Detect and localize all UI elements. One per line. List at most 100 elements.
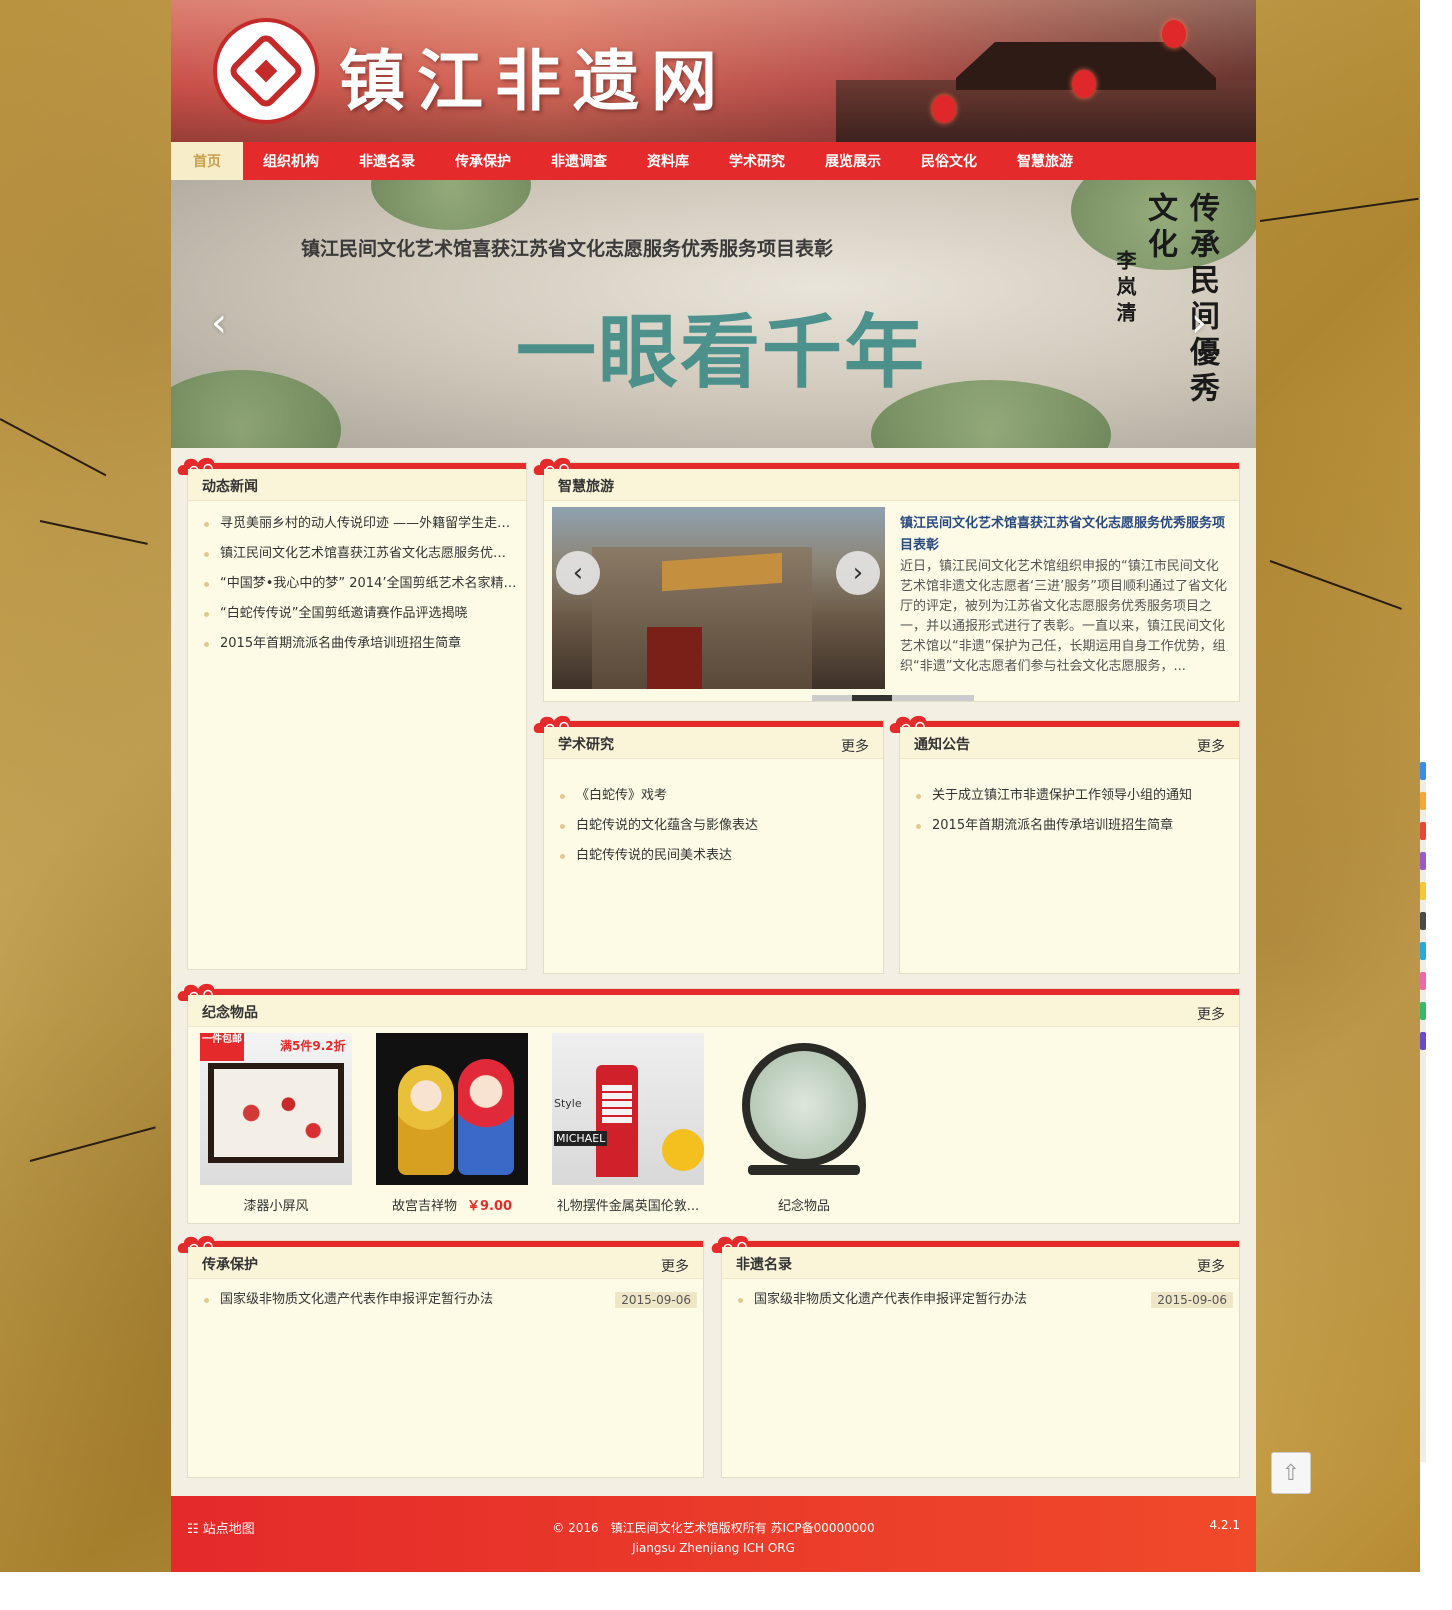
list-item[interactable]: 2015年首期流派名曲传承培训班招生简章 [202, 629, 518, 659]
list-item[interactable]: 《白蛇传》戏考 [558, 781, 874, 811]
main-nav: 首页 组织机构 非遗名录 传承保护 非遗调查 资料库 学术研究 展览展示 民俗文… [171, 142, 1256, 180]
nav-item-exhibition[interactable]: 展览展示 [805, 142, 901, 180]
product-name[interactable]: 漆器小屏风 [200, 1195, 352, 1214]
copyright-text: © 2016 镇江民间文化艺术馆版权所有 苏ICP备00000000 [552, 1521, 875, 1535]
banner-prev-button[interactable]: ‹ [211, 300, 227, 346]
footer-copyright: © 2016 镇江民间文化艺术馆版权所有 苏ICP备00000000 Jiang… [171, 1518, 1256, 1558]
news-panel: 动态新闻 寻觅美丽乡村的动人传说印迹 ——外籍留学生走进镇江 镇江民间文化艺术馆… [177, 457, 527, 970]
active-indicator [852, 695, 892, 701]
research-title: 学术研究 [558, 737, 614, 753]
inherit-list: 国家级非物质文化遗产代表作申报评定暂行办法 [202, 1285, 602, 1315]
org-text: Jiangsu Zhenjiang ICH ORG [632, 1541, 795, 1555]
site-footer: ☷ 站点地图 © 2016 镇江民间文化艺术馆版权所有 苏ICP备0000000… [171, 1496, 1256, 1572]
arrow-up-icon: ⇧ [1281, 1460, 1301, 1486]
product-name[interactable]: 纪念物品 [728, 1195, 880, 1214]
tourism-next-button[interactable]: › [836, 551, 880, 595]
inherit-title: 传承保护 [202, 1257, 258, 1273]
nav-item-home[interactable]: 首页 [171, 142, 243, 180]
nav-item-heritage-list[interactable]: 非遗名录 [339, 142, 435, 180]
nav-item-organization[interactable]: 组织机构 [243, 142, 339, 180]
catalog-title: 非遗名录 [736, 1257, 792, 1273]
tourism-article-desc: 近日，镇江民间文化艺术馆组织申报的“镇江市民间文化艺术馆非遗文化志愿者‘三进’服… [900, 559, 1227, 674]
souvenirs-title: 纪念物品 [202, 1005, 258, 1021]
lantern-icon [1072, 70, 1096, 98]
list-item[interactable]: 白蛇传传说的民间美术表达 [558, 841, 874, 871]
list-item[interactable]: 白蛇传说的文化蕴含与影像表达 [558, 811, 874, 841]
site-header: 镇江非遗网 [171, 0, 1256, 142]
list-item[interactable]: 国家级非物质文化遗产代表作申报评定暂行办法 [202, 1285, 602, 1315]
hero-banner[interactable]: 镇江民间文化艺术馆喜获江苏省文化志愿服务优秀服务项目表彰 一眼看千年 传承民间優… [171, 180, 1256, 448]
product-image[interactable]: 一件包邮 满5件9.2折 [200, 1033, 352, 1185]
news-list: 寻觅美丽乡村的动人传说印迹 ——外籍留学生走进镇江 镇江民间文化艺术馆喜获江苏省… [202, 509, 518, 659]
tourism-prev-button[interactable]: ‹ [556, 551, 600, 595]
panel-header: 动态新闻 [188, 469, 526, 501]
nav-item-smart-tourism[interactable]: 智慧旅游 [997, 142, 1093, 180]
panel-header: 学术研究 更多 [544, 727, 883, 759]
research-panel: 学术研究 更多 《白蛇传》戏考 白蛇传说的文化蕴含与影像表达 白蛇传传说的民间美… [533, 715, 884, 974]
product-image[interactable]: Style MICHAEL [552, 1033, 704, 1185]
banner-foliage [371, 180, 531, 230]
promo-text: 满5件9.2折 [280, 1039, 346, 1053]
lemon [662, 1129, 704, 1171]
research-list: 《白蛇传》戏考 白蛇传说的文化蕴含与影像表达 白蛇传传说的民间美术表达 [558, 781, 874, 871]
book-label: Style [554, 1097, 582, 1110]
lantern-icon [1162, 20, 1186, 48]
banner-foliage [171, 370, 341, 448]
product-name[interactable]: 故宫吉祥物 [392, 1199, 457, 1214]
nav-item-survey[interactable]: 非遗调查 [531, 142, 627, 180]
window-edge [1420, 0, 1452, 760]
list-item[interactable]: 寻觅美丽乡村的动人传说印迹 ——外籍留学生走进镇江 [202, 509, 518, 539]
item-date: 2015-09-06 [1151, 1292, 1233, 1308]
research-more-link[interactable]: 更多 [841, 736, 869, 756]
product-card[interactable]: Style MICHAEL 礼物摆件金属英国伦敦... [552, 1033, 704, 1214]
catalog-more-link[interactable]: 更多 [1197, 1256, 1225, 1276]
list-item[interactable]: “白蛇传传说”全国剪纸邀请赛作品评选揭晓 [202, 599, 518, 629]
tourism-carousel-indicator[interactable] [812, 695, 974, 701]
site-logo[interactable] [213, 18, 319, 124]
site-title[interactable]: 镇江非遗网 [339, 28, 729, 124]
nav-item-database[interactable]: 资料库 [627, 142, 709, 180]
list-item[interactable]: 2015年首期流派名曲传承培训班招生简章 [914, 811, 1230, 841]
figurine-right [458, 1059, 514, 1175]
tourism-photo[interactable] [552, 507, 885, 689]
promo-badge: 一件包邮 [200, 1033, 244, 1061]
item-date: 2015-09-06 [615, 1292, 697, 1308]
notice-panel: 通知公告 更多 关于成立镇江市非遗保护工作领导小组的通知 2015年首期流派名曲… [889, 715, 1240, 974]
nav-item-research[interactable]: 学术研究 [709, 142, 805, 180]
banner-vertical-text: 文化 [1142, 192, 1177, 264]
round-screen [742, 1043, 866, 1167]
banner-next-button[interactable]: › [1191, 300, 1207, 346]
list-item[interactable]: “中国梦•我心中的梦” 2014’全国剪纸艺术名家精品展 [202, 569, 518, 599]
product-card[interactable]: 故宫吉祥物 ￥9.00 [376, 1033, 528, 1214]
product-image[interactable] [376, 1033, 528, 1185]
product-card[interactable]: 一件包邮 满5件9.2折 漆器小屏风 [200, 1033, 352, 1214]
figurine-left [398, 1065, 454, 1175]
back-to-top-button[interactable]: ⇧ [1271, 1452, 1311, 1494]
list-item[interactable]: 镇江民间文化艺术馆喜获江苏省文化志愿服务优秀服务项目表彰 [202, 539, 518, 569]
souvenirs-more-link[interactable]: 更多 [1197, 1004, 1225, 1024]
banner-caption[interactable]: 镇江民间文化艺术馆喜获江苏省文化志愿服务优秀服务项目表彰 [301, 238, 861, 260]
photo-door [647, 627, 702, 689]
side-toolbar [1420, 762, 1426, 1462]
notice-more-link[interactable]: 更多 [1197, 736, 1225, 756]
nav-item-inheritance[interactable]: 传承保护 [435, 142, 531, 180]
page-container: 镇江非遗网 首页 组织机构 非遗名录 传承保护 非遗调查 资料库 学术研究 展览… [171, 0, 1256, 1572]
list-item[interactable]: 关于成立镇江市非遗保护工作领导小组的通知 [914, 781, 1230, 811]
panel-header: 非遗名录 更多 [722, 1247, 1239, 1279]
logo-emblem-icon [226, 31, 306, 111]
list-item[interactable]: 国家级非物质文化遗产代表作申报评定暂行办法 [736, 1285, 1136, 1315]
product-price: ￥9.00 [466, 1199, 513, 1214]
product-card[interactable]: 纪念物品 [728, 1033, 880, 1214]
inherit-panel: 传承保护 更多 国家级非物质文化遗产代表作申报评定暂行办法 2015-09-06 [177, 1235, 704, 1478]
version-text: 4.2.1 [1209, 1518, 1240, 1532]
product-image[interactable] [728, 1033, 880, 1185]
product-name[interactable]: 礼物摆件金属英国伦敦... [552, 1195, 704, 1214]
product-caption: 故宫吉祥物 ￥9.00 [376, 1195, 528, 1214]
notice-list: 关于成立镇江市非遗保护工作领导小组的通知 2015年首期流派名曲传承培训班招生简… [914, 781, 1230, 841]
nav-item-folk-culture[interactable]: 民俗文化 [901, 142, 997, 180]
catalog-panel: 非遗名录 更多 国家级非物质文化遗产代表作申报评定暂行办法 2015-09-06 [711, 1235, 1240, 1478]
book-label: MICHAEL [554, 1131, 608, 1146]
tourism-article-title[interactable]: 镇江民间文化艺术馆喜获江苏省文化志愿服务优秀服务项目表彰 [900, 513, 1230, 557]
inherit-more-link[interactable]: 更多 [661, 1256, 689, 1276]
screen-stand [748, 1165, 860, 1175]
